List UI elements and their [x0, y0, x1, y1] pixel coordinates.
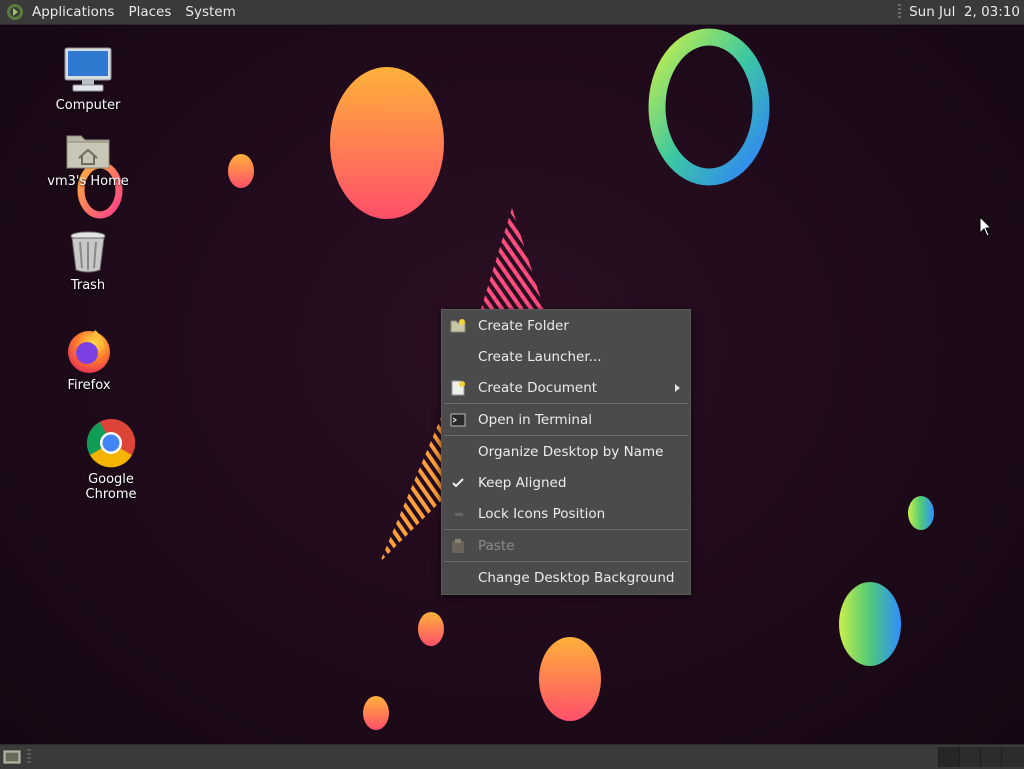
applications-menu[interactable]: Applications — [32, 4, 114, 20]
desktop-icon-label: Computer — [55, 98, 121, 113]
menu-item-keep-aligned[interactable]: Keep Aligned — [442, 469, 690, 497]
desktop-icon-firefox[interactable]: Firefox — [44, 326, 134, 393]
panel-handle[interactable] — [27, 749, 31, 765]
desktop-icon-chrome[interactable]: Google Chrome — [62, 418, 160, 502]
menu-item-organize-by-name[interactable]: Organize Desktop by Name — [442, 438, 690, 466]
terminal-icon — [450, 413, 466, 427]
document-new-icon — [451, 380, 465, 396]
workspace-2[interactable] — [959, 747, 980, 767]
home-folder-icon — [66, 135, 110, 169]
menu-item-create-folder[interactable]: Create Folder — [442, 312, 690, 340]
panel-handle[interactable] — [898, 4, 902, 20]
chrome-icon — [86, 418, 136, 468]
desktop-icon-label: Google Chrome — [85, 472, 137, 502]
system-menu[interactable]: System — [185, 4, 235, 20]
submenu-arrow-icon — [675, 384, 680, 392]
desktop-icon-label: Firefox — [67, 378, 111, 393]
clock[interactable]: Sun Jul 2, 03:10 — [909, 4, 1020, 20]
menu-separator — [444, 435, 688, 436]
menu-item-paste: Paste — [442, 532, 690, 560]
menu-item-open-terminal[interactable]: Open in Terminal — [442, 406, 690, 434]
top-panel: Applications Places System Sun Jul 2, 03… — [0, 0, 1024, 25]
menu-item-change-background[interactable]: Change Desktop Background — [442, 564, 690, 592]
folder-new-icon — [450, 319, 466, 333]
desktop-icon-computer[interactable]: Computer — [43, 46, 133, 113]
menu-item-lock-icons[interactable]: Lock Icons Position — [442, 500, 690, 528]
mate-logo-icon[interactable] — [6, 3, 24, 21]
show-desktop-icon[interactable] — [3, 749, 21, 765]
mouse-pointer-icon — [979, 216, 993, 237]
desktop-icon-label: vm3's Home — [47, 174, 129, 189]
desktop-icon-trash[interactable]: Trash — [43, 230, 133, 293]
workspace-1[interactable] — [938, 747, 959, 767]
desktop-icon-label: Trash — [70, 278, 106, 293]
workspace-3[interactable] — [980, 747, 1001, 767]
computer-icon — [64, 47, 112, 92]
menu-separator — [444, 561, 688, 562]
menu-separator — [444, 403, 688, 404]
unchecked-indicator-icon — [455, 513, 463, 516]
desktop-context-menu: Create Folder Create Launcher... Create … — [441, 309, 691, 595]
workspace-4[interactable] — [1001, 747, 1024, 767]
bottom-panel — [0, 744, 1024, 769]
checkmark-icon — [452, 478, 464, 488]
desktop-icon-home[interactable]: vm3's Home — [43, 130, 133, 189]
menu-item-create-launcher[interactable]: Create Launcher... — [442, 343, 690, 371]
menu-item-create-document[interactable]: Create Document — [442, 374, 690, 402]
paste-icon — [452, 539, 464, 553]
trash-icon — [70, 231, 106, 273]
places-menu[interactable]: Places — [128, 4, 171, 20]
firefox-icon — [68, 330, 110, 373]
menu-separator — [444, 529, 688, 530]
